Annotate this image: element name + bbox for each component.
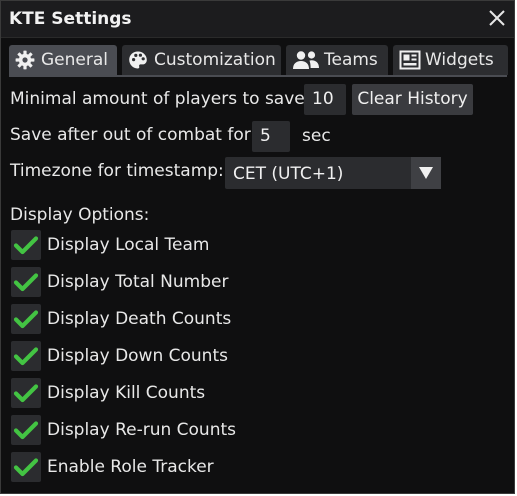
settings-window: KTE Settings General Customization Teams…: [0, 0, 515, 494]
tab-customization-label: Customization: [154, 50, 276, 70]
tab-customization[interactable]: Customization: [122, 45, 281, 75]
tab-widgets[interactable]: Widgets: [393, 45, 508, 75]
checkbox[interactable]: [11, 341, 41, 371]
tab-general-label: General: [41, 50, 108, 70]
checkmark-icon: [13, 384, 39, 403]
checkbox[interactable]: [11, 415, 41, 445]
timezone-select[interactable]: CET (UTC+1): [225, 157, 441, 189]
save-after-unit: sec: [302, 126, 331, 146]
tab-bar: General Customization Teams Widgets: [9, 45, 509, 75]
widgets-icon: [399, 50, 421, 70]
tab-underline: [9, 75, 507, 77]
checkmark-icon: [13, 347, 39, 366]
checkmark-icon: [13, 458, 39, 477]
clear-history-button[interactable]: Clear History: [352, 84, 473, 115]
title-bar[interactable]: KTE Settings: [1, 1, 514, 38]
min-players-label: Minimal amount of players to save:: [10, 89, 311, 109]
option-label: Display Re-run Counts: [47, 420, 236, 440]
save-after-value: 5: [260, 126, 271, 146]
chevron-down-icon: [419, 167, 433, 179]
palette-icon: [128, 50, 148, 70]
checkbox[interactable]: [11, 452, 41, 482]
option-label: Display Total Number: [47, 272, 229, 292]
checkbox[interactable]: [11, 304, 41, 334]
display-options-heading: Display Options:: [10, 205, 150, 225]
option-label: Display Kill Counts: [47, 383, 206, 403]
option-display-down-counts[interactable]: Display Down Counts: [11, 341, 311, 371]
option-display-rerun-counts[interactable]: Display Re-run Counts: [11, 415, 311, 445]
option-display-local-team[interactable]: Display Local Team: [11, 230, 311, 260]
gear-icon: [15, 50, 35, 70]
window-title: KTE Settings: [9, 9, 132, 29]
tab-teams[interactable]: Teams: [286, 45, 388, 75]
tab-teams-label: Teams: [324, 50, 378, 70]
tab-general[interactable]: General: [9, 45, 117, 75]
tab-widgets-label: Widgets: [425, 50, 494, 70]
option-label: Display Local Team: [47, 235, 210, 255]
option-label: Enable Role Tracker: [47, 457, 214, 477]
close-icon: [489, 10, 505, 26]
option-display-kill-counts[interactable]: Display Kill Counts: [11, 378, 311, 408]
checkmark-icon: [13, 273, 39, 292]
checkmark-icon: [13, 236, 39, 255]
save-after-label: Save after out of combat for:: [10, 125, 257, 145]
checkmark-icon: [13, 310, 39, 329]
option-label: Display Death Counts: [47, 309, 232, 329]
checkmark-icon: [13, 421, 39, 440]
checkbox[interactable]: [11, 267, 41, 297]
timezone-dropdown-button[interactable]: [411, 157, 441, 189]
checkbox[interactable]: [11, 378, 41, 408]
timezone-label: Timezone for timestamp:: [10, 161, 224, 181]
save-after-input[interactable]: 5: [252, 121, 290, 152]
option-display-total-number[interactable]: Display Total Number: [11, 267, 311, 297]
option-enable-role-tracker[interactable]: Enable Role Tracker: [11, 452, 311, 482]
min-players-input[interactable]: 10: [304, 84, 346, 115]
option-display-death-counts[interactable]: Display Death Counts: [11, 304, 311, 334]
option-label: Display Down Counts: [47, 346, 228, 366]
close-button[interactable]: [486, 7, 508, 29]
min-players-value: 10: [312, 89, 334, 109]
timezone-value: CET (UTC+1): [233, 164, 344, 184]
users-icon: [292, 50, 320, 70]
checkbox[interactable]: [11, 230, 41, 260]
